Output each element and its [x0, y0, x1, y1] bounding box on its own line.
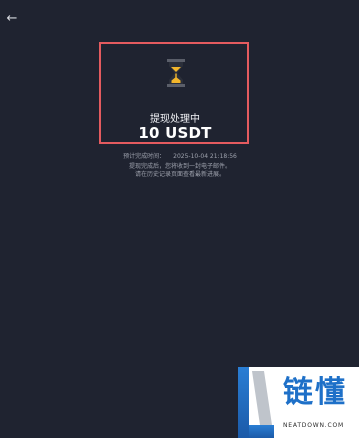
status-title: 提现处理中 [150, 114, 200, 125]
eta-value: 2025-10-04 21:18:56 [173, 153, 237, 160]
watermark-brand: 链懂 [283, 375, 347, 410]
hourglass-icon [167, 59, 185, 87]
arrow-left-icon: ← [6, 11, 18, 26]
withdraw-amount: 10 USDT [138, 124, 212, 142]
watermark-logo [238, 367, 274, 438]
history-notice: 请在历史记录页面查看最新进展。 [134, 171, 225, 178]
eta-label: 预计完成时间： [123, 153, 166, 160]
watermark: 链懂 NEATDOWN.COM [238, 367, 359, 438]
estimated-completion: 预计完成时间： 2025-10-04 21:18:56 [80, 151, 280, 160]
back-button[interactable]: ← [4, 11, 20, 27]
watermark-domain: NEATDOWN.COM [283, 422, 344, 429]
